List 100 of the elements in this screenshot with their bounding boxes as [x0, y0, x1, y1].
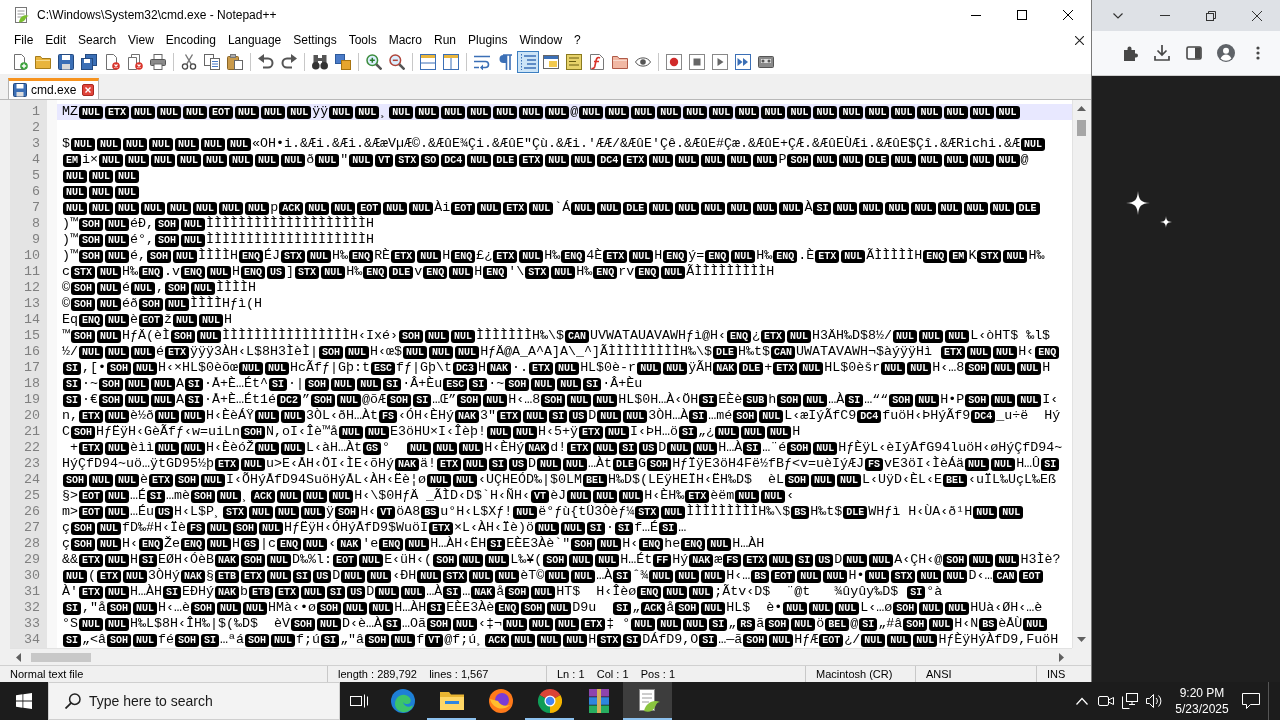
control-character: NUL	[493, 105, 518, 119]
close-icon[interactable]	[1063, 10, 1073, 20]
menu-item[interactable]: Plugins	[462, 31, 514, 49]
menu-item[interactable]: Edit	[39, 31, 73, 49]
page-cross-icon[interactable]	[103, 54, 120, 70]
notepad-icon	[13, 7, 29, 23]
code-text: Že	[164, 536, 181, 552]
menu-item[interactable]: Encoding	[159, 31, 222, 49]
control-character: NUL	[759, 409, 784, 423]
caret-left-icon[interactable]	[16, 652, 21, 662]
eye-icon[interactable]	[634, 54, 651, 70]
code-text: D9u	[572, 600, 598, 616]
close-icon[interactable]	[1252, 10, 1262, 21]
printer-icon[interactable]	[149, 54, 166, 70]
redo-icon[interactable]	[280, 54, 297, 70]
vertical-scrollbar[interactable]	[1072, 100, 1089, 648]
control-character: NUL	[183, 105, 208, 119]
stacked-panes-icon[interactable]	[419, 54, 436, 70]
restore-icon[interactable]	[1206, 10, 1216, 21]
control-character: NUL	[181, 441, 206, 455]
menu-item[interactable]: File	[8, 31, 40, 49]
menu-item[interactable]: Run	[428, 31, 463, 49]
menu-item[interactable]: Window	[513, 31, 569, 49]
menu-item[interactable]: Tools	[342, 31, 383, 49]
scroll-thumb[interactable]	[31, 652, 91, 662]
control-character: NUL	[383, 201, 408, 215]
control-character: NUL	[791, 617, 816, 631]
control-character: SI	[583, 377, 602, 391]
control-character: NUL	[463, 457, 488, 471]
chevron-up-icon[interactable]	[1076, 697, 1088, 705]
text-editor-field[interactable]	[57, 100, 1072, 648]
caret-right-icon[interactable]	[1059, 652, 1064, 662]
cassette-icon[interactable]	[757, 54, 774, 70]
code-text: H•	[848, 568, 865, 584]
pages-cross-icon[interactable]	[126, 54, 143, 70]
caret-up-icon[interactable]	[1076, 106, 1086, 111]
notification-icon[interactable]	[1242, 693, 1260, 709]
code-text: H‰	[576, 264, 593, 280]
menu-item[interactable]: Search	[72, 31, 123, 49]
new-page-icon[interactable]	[11, 54, 28, 70]
record-icon[interactable]	[665, 54, 682, 70]
code-text: H…Û	[1016, 456, 1041, 472]
search-field[interactable]: Type here to search	[48, 682, 340, 720]
sidebar-icon[interactable]	[1186, 45, 1202, 61]
camera-icon[interactable]	[1098, 693, 1114, 709]
scroll-thumb[interactable]	[1076, 120, 1086, 136]
clipboard-icon[interactable]	[226, 54, 243, 70]
puzzle-icon[interactable]	[1122, 45, 1138, 61]
folder-icon[interactable]	[34, 54, 51, 70]
code-text: ¿	[752, 328, 761, 344]
folder-icon[interactable]	[611, 54, 628, 70]
profile-icon[interactable]	[1217, 44, 1235, 62]
code-text: …¨é	[762, 440, 787, 456]
zoom-out-icon[interactable]	[388, 54, 405, 70]
zoom-in-icon[interactable]	[365, 54, 382, 70]
play-icon[interactable]	[711, 54, 728, 70]
download-icon[interactable]	[1154, 45, 1170, 61]
clock-time[interactable]: 9:20 PM	[1179, 685, 1225, 701]
windows-logo-icon[interactable]	[16, 693, 32, 709]
menu-item[interactable]: View	[122, 31, 160, 49]
code-text: «OH•i.&Æi.&Æi.&ÆæVµÆ©.&ÆûE¾Çi.&ÆûE"Çù.&Æi.'ÆÆ/&ÆûE'Çê.&ÆûE#Çæ.&ÆûE+ÇÆ.&ÆûEÙÆi.&ÆûE$Çî.&ÆRichi.&Æ	[252, 136, 1020, 152]
task-view-icon[interactable]	[350, 693, 368, 709]
chevron-down-icon[interactable]	[1113, 12, 1123, 19]
file-tab[interactable]: cmd.exe	[8, 78, 100, 99]
indent-guide-icon[interactable]	[516, 51, 539, 73]
undo-icon[interactable]	[257, 54, 274, 70]
control-character: NUL	[937, 201, 962, 215]
more-icon[interactable]	[1256, 46, 1260, 60]
replace-icon[interactable]	[334, 54, 351, 70]
stop-icon[interactable]	[688, 54, 705, 70]
control-character: NUL	[969, 553, 994, 567]
caret-down-icon[interactable]	[1076, 637, 1086, 642]
binoculars-icon[interactable]	[311, 54, 328, 70]
clock-date[interactable]: 5/23/2025	[1175, 701, 1229, 717]
copy-icon[interactable]	[203, 54, 220, 70]
speaker-icon[interactable]	[1146, 693, 1162, 709]
function-list-icon[interactable]	[588, 54, 605, 70]
menu-item[interactable]: ?	[568, 31, 587, 49]
taskbar-button[interactable]	[623, 682, 672, 720]
monitor-icon[interactable]	[1122, 693, 1138, 709]
code-text: G	[638, 456, 647, 472]
control-character: SOH	[79, 217, 103, 231]
menu-item[interactable]: Language	[221, 31, 288, 49]
fast-forward-icon[interactable]	[734, 54, 751, 70]
control-character: NUL	[125, 377, 150, 391]
close-icon[interactable]	[1075, 35, 1084, 45]
document-map-icon[interactable]	[565, 54, 582, 70]
word-wrap-icon[interactable]	[473, 54, 490, 70]
scissors-icon[interactable]	[180, 54, 197, 70]
menu-item[interactable]: Settings	[287, 31, 343, 49]
line-number: 20	[23, 408, 41, 424]
maximize-icon[interactable]	[1017, 10, 1027, 20]
code-text: H	[474, 264, 483, 280]
control-character: DLE	[613, 457, 638, 471]
close-icon[interactable]	[82, 84, 95, 96]
floppy-disks-icon[interactable]	[80, 54, 97, 70]
dialog-window-icon[interactable]	[542, 54, 559, 70]
control-character: SOH	[399, 329, 424, 343]
side-by-side-panes-icon[interactable]	[442, 54, 459, 70]
menu-item[interactable]: Macro	[382, 31, 428, 49]
